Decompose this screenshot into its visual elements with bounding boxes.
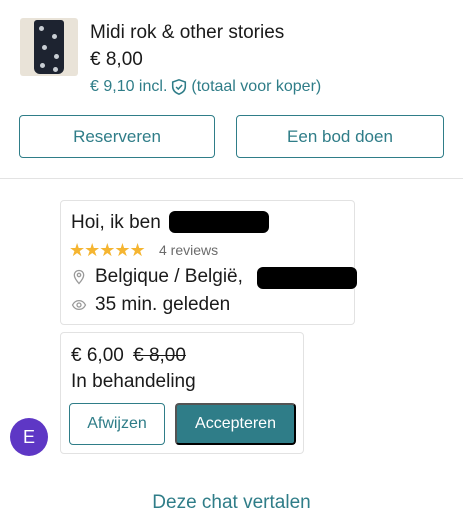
location-text: Belgique / België, (95, 266, 243, 287)
decline-button[interactable]: Afwijzen (69, 403, 165, 445)
make-offer-button[interactable]: Een bod doen (236, 115, 444, 158)
item-title: Midi rok & other stories (90, 22, 285, 43)
eye-icon (71, 299, 87, 311)
item-header[interactable]: Midi rok & other stories € 8,00 € 9,10 i… (20, 18, 450, 98)
buyer-total-amount: € 9,10 incl. (90, 78, 168, 95)
shield-check-icon (172, 78, 187, 96)
rating-stars-icon: ★★★★★ (69, 240, 146, 260)
redacted-city (257, 267, 357, 289)
accept-button[interactable]: Accepteren (175, 403, 296, 445)
offer-card: € 6,00 € 8,00 In behandeling Afwijzen Ac… (60, 332, 304, 454)
translate-chat-link[interactable]: Deze chat vertalen (0, 492, 463, 514)
offer-new-price: € 6,00 (71, 345, 124, 366)
redacted-name (169, 211, 269, 233)
offer-status: In behandeling (71, 371, 196, 392)
divider (0, 178, 463, 179)
item-price: € 8,00 (90, 49, 143, 70)
buyer-total[interactable]: € 9,10 incl. (totaal voor koper) (90, 78, 321, 96)
reserve-button[interactable]: Reserveren (19, 115, 215, 158)
profile-greeting: Hoi, ik ben (71, 212, 161, 233)
last-seen-text: 35 min. geleden (95, 294, 231, 315)
buyer-total-note: (totaal voor koper) (191, 78, 322, 95)
location-pin-icon (73, 269, 85, 285)
item-thumbnail[interactable] (20, 18, 78, 76)
profile-card[interactable]: Hoi, ik ben ★★★★★ 4 reviews Belgique / B… (60, 200, 357, 325)
offer-old-price: € 8,00 (133, 345, 186, 366)
location-row: Belgique / België, (71, 266, 243, 288)
review-count[interactable]: 4 reviews (159, 242, 218, 258)
offer-price: € 6,00 € 8,00 (71, 345, 186, 367)
last-seen-row: 35 min. geleden (71, 294, 230, 316)
avatar[interactable]: E (10, 418, 48, 456)
item-thumbnail-skirt (34, 20, 64, 74)
